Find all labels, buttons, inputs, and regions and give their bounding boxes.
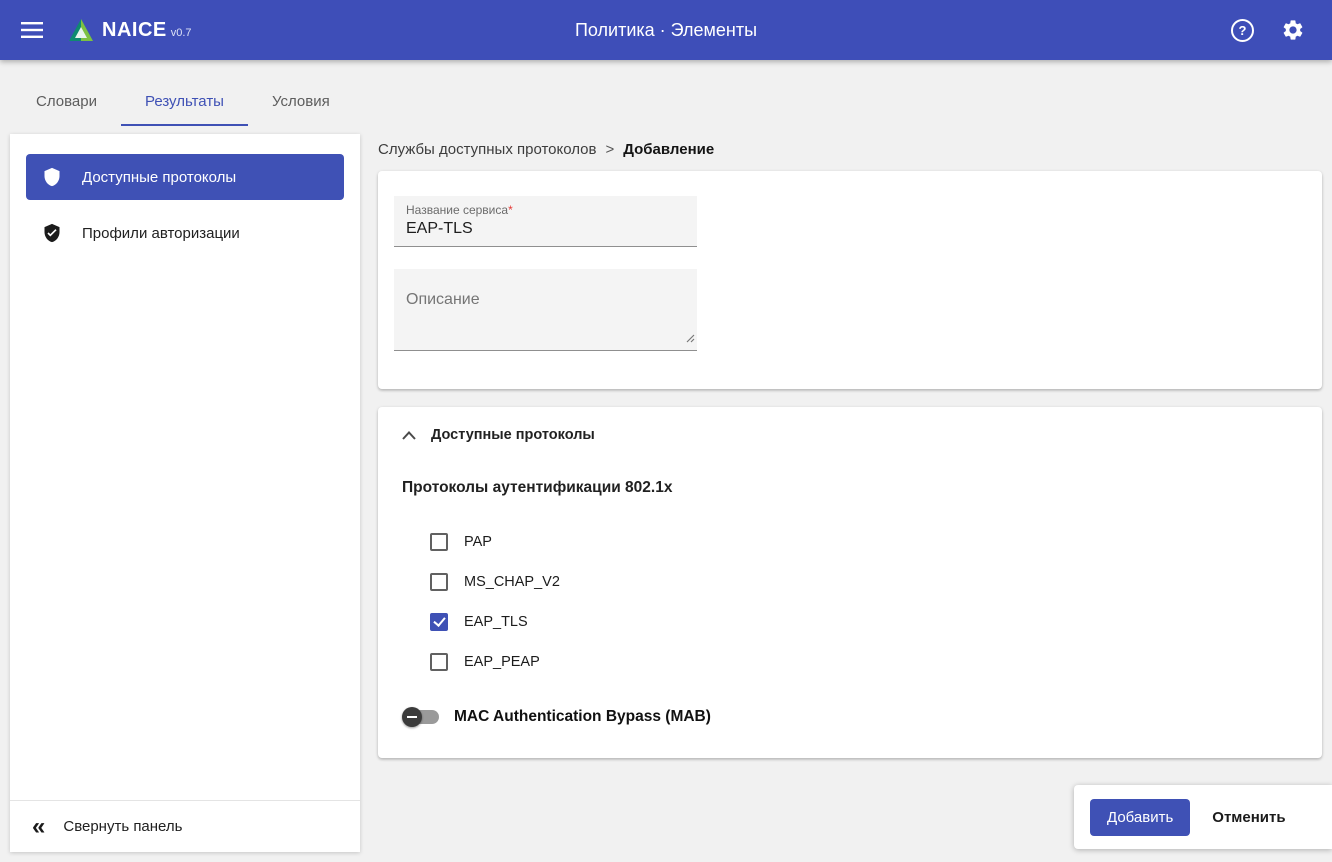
protocol-checkbox-list: PAP MS_CHAP_V2 EAP_TLS EAP_PEAP <box>430 522 1298 682</box>
switch-thumb <box>402 707 422 727</box>
breadcrumb-parent-link[interactable]: Службы доступных протоколов <box>378 141 596 158</box>
mab-label: MAC Authentication Bypass (MAB) <box>454 708 711 726</box>
subsection-title: Протоколы аутентификации 802.1x <box>402 479 1298 497</box>
double-chevron-left-icon: « <box>32 817 45 836</box>
breadcrumb-current: Добавление <box>623 141 714 158</box>
appbar-actions: ? <box>1231 17 1332 43</box>
actions-card: Добавить Отменить <box>1074 785 1332 849</box>
main-content: Службы доступных протоколов > Добавление… <box>378 134 1322 758</box>
service-name-field[interactable]: Название сервиса* EAP-TLS <box>394 196 697 247</box>
service-name-value: EAP-TLS <box>406 220 685 238</box>
tab-conditions[interactable]: Условия <box>248 78 354 126</box>
sidebar-list: Доступные протоколы Профили авторизации <box>10 134 360 256</box>
description-textarea[interactable]: Описание <box>394 269 697 351</box>
gear-icon <box>1281 18 1305 42</box>
checkbox <box>430 573 448 591</box>
settings-button[interactable] <box>1280 17 1306 43</box>
help-icon[interactable]: ? <box>1231 19 1254 42</box>
hamburger-icon <box>21 22 43 38</box>
checkbox-row-ms-chap-v2[interactable]: MS_CHAP_V2 <box>430 562 1298 602</box>
checkbox-row-eap-peap[interactable]: EAP_PEAP <box>430 642 1298 682</box>
add-button[interactable]: Добавить <box>1090 799 1190 836</box>
verified-user-icon <box>40 221 64 245</box>
checkbox <box>430 533 448 551</box>
section-collapse-button[interactable]: Доступные протоколы <box>402 427 1298 443</box>
section-title: Доступные протоколы <box>431 427 595 443</box>
app-version: v0.7 <box>171 27 192 42</box>
brand-name: NAICE <box>102 19 167 42</box>
sidebar-item-label: Профили авторизации <box>82 225 240 242</box>
sidebar-item-label: Доступные протоколы <box>82 169 236 186</box>
breadcrumb: Службы доступных протоколов > Добавление <box>378 141 1322 158</box>
checkbox-label: EAP_PEAP <box>464 654 540 670</box>
sidebar: Доступные протоколы Профили авторизации … <box>10 134 360 852</box>
chevron-up-icon <box>402 431 416 440</box>
mab-switch[interactable] <box>405 710 439 724</box>
mab-toggle-row: MAC Authentication Bypass (MAB) <box>402 708 1298 726</box>
checkbox-row-eap-tls[interactable]: EAP_TLS <box>430 602 1298 642</box>
service-name-label: Название сервиса* <box>406 203 685 217</box>
collapse-panel-button[interactable]: « Свернуть панель <box>10 800 360 852</box>
cancel-button[interactable]: Отменить <box>1204 799 1293 836</box>
minus-icon <box>407 716 417 718</box>
breadcrumb-separator: > <box>605 141 614 158</box>
page-title: Политика · Элементы <box>575 20 757 41</box>
required-asterisk: * <box>508 203 513 217</box>
checkbox <box>430 613 448 631</box>
logo-icon <box>68 18 94 42</box>
form-card: Название сервиса* EAP-TLS Описание <box>378 171 1322 389</box>
checkbox <box>430 653 448 671</box>
sidebar-item-available-protocols[interactable]: Доступные протоколы <box>26 154 344 200</box>
menu-button[interactable] <box>8 6 56 54</box>
tab-results[interactable]: Результаты <box>121 78 248 126</box>
tab-dictionaries[interactable]: Словари <box>12 78 121 126</box>
tab-bar: Словари Результаты Условия <box>0 60 1332 126</box>
sidebar-item-authorization-profiles[interactable]: Профили авторизации <box>26 210 344 256</box>
collapse-panel-label: Свернуть панель <box>63 818 182 835</box>
checkbox-label: PAP <box>464 534 492 550</box>
checkbox-label: MS_CHAP_V2 <box>464 574 560 590</box>
app-logo: NAICE v0.7 <box>68 18 192 42</box>
appbar: NAICE v0.7 Политика · Элементы ? <box>0 0 1332 60</box>
checkbox-label: EAP_TLS <box>464 614 528 630</box>
screen: NAICE v0.7 Политика · Элементы ? Словари… <box>0 0 1332 862</box>
resize-handle-icon <box>685 330 695 348</box>
protocols-card: Доступные протоколы Протоколы аутентифик… <box>378 407 1322 758</box>
description-placeholder: Описание <box>406 291 480 308</box>
shield-icon <box>40 165 64 189</box>
checkbox-row-pap[interactable]: PAP <box>430 522 1298 562</box>
